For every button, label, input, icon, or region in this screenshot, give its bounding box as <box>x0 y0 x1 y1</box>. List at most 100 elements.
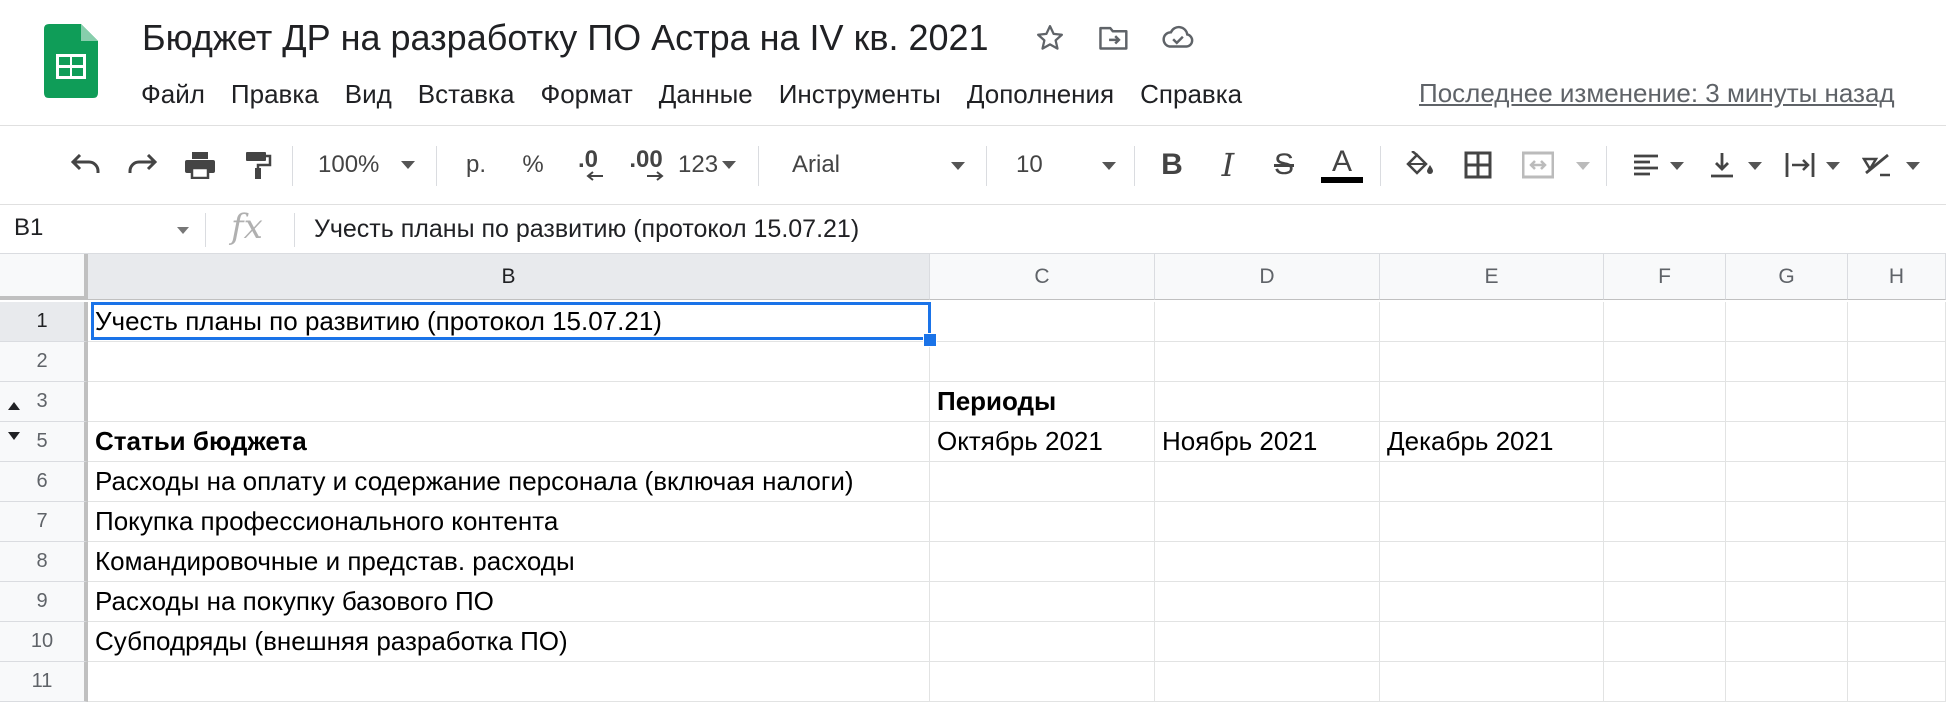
row-header-9[interactable]: 9 <box>0 582 88 622</box>
cell-g2[interactable] <box>1726 342 1848 382</box>
cell-b6[interactable]: Расходы на оплату и содержание персонала… <box>88 462 930 502</box>
bold-button[interactable]: B <box>1156 144 1188 186</box>
cell-c1[interactable] <box>930 302 1155 342</box>
zoom-select[interactable]: 100% <box>318 144 428 186</box>
cell-f5[interactable] <box>1604 422 1726 462</box>
cell-h9[interactable] <box>1848 582 1946 622</box>
text-color-button[interactable]: A <box>1320 144 1364 186</box>
cell-c5[interactable]: Октябрь 2021 <box>930 422 1155 462</box>
cell-f10[interactable] <box>1604 622 1726 662</box>
cell-e3[interactable] <box>1380 382 1604 422</box>
cell-b3[interactable] <box>88 382 930 422</box>
group-collapse-up-icon[interactable] <box>7 400 21 412</box>
row-header-2[interactable]: 2 <box>0 342 88 382</box>
paint-format-icon[interactable] <box>238 144 278 186</box>
menu-tools[interactable]: Инструменты <box>766 79 954 110</box>
formula-input[interactable]: Учесть планы по развитию (протокол 15.07… <box>314 215 859 244</box>
column-header-f[interactable]: F <box>1604 254 1726 300</box>
cell-c11[interactable] <box>930 662 1155 702</box>
cell-f9[interactable] <box>1604 582 1726 622</box>
menu-edit[interactable]: Правка <box>218 79 332 110</box>
menu-addons[interactable]: Дополнения <box>954 79 1127 110</box>
row-header-7[interactable]: 7 <box>0 502 88 542</box>
cell-g3[interactable] <box>1726 382 1848 422</box>
redo-icon[interactable] <box>122 144 162 186</box>
italic-button[interactable]: I <box>1212 144 1244 186</box>
row-header-10[interactable]: 10 <box>0 622 88 662</box>
name-box[interactable]: B1 <box>14 214 43 242</box>
font-size-select[interactable]: 10 <box>1016 144 1096 186</box>
cell-b2[interactable] <box>88 342 930 382</box>
cell-f1[interactable] <box>1604 302 1726 342</box>
cell-e11[interactable] <box>1380 662 1604 702</box>
cell-h3[interactable] <box>1848 382 1946 422</box>
menu-view[interactable]: Вид <box>332 79 405 110</box>
cell-e6[interactable] <box>1380 462 1604 502</box>
text-rotation-icon[interactable] <box>1858 144 1898 186</box>
cell-c2[interactable] <box>930 342 1155 382</box>
align-left-icon[interactable] <box>1626 144 1666 186</box>
cell-d7[interactable] <box>1155 502 1380 542</box>
row-header-8[interactable]: 8 <box>0 542 88 582</box>
cell-c10[interactable] <box>930 622 1155 662</box>
cell-h11[interactable] <box>1848 662 1946 702</box>
cell-f8[interactable] <box>1604 542 1726 582</box>
more-formats-button[interactable]: 123 <box>678 144 744 186</box>
cell-d2[interactable] <box>1155 342 1380 382</box>
cell-d8[interactable] <box>1155 542 1380 582</box>
cell-c7[interactable] <box>930 502 1155 542</box>
cell-h8[interactable] <box>1848 542 1946 582</box>
cloud-saved-icon[interactable] <box>1158 18 1198 58</box>
cell-b9[interactable]: Расходы на покупку базового ПО <box>88 582 930 622</box>
cell-d11[interactable] <box>1155 662 1380 702</box>
menu-insert[interactable]: Вставка <box>405 79 528 110</box>
cell-f2[interactable] <box>1604 342 1726 382</box>
strikethrough-button[interactable]: S <box>1268 144 1300 186</box>
cell-b10[interactable]: Субподряды (внешняя разработка ПО) <box>88 622 930 662</box>
cell-f7[interactable] <box>1604 502 1726 542</box>
cell-g11[interactable] <box>1726 662 1848 702</box>
select-all-corner[interactable] <box>0 254 109 300</box>
column-header-c[interactable]: C <box>930 254 1155 300</box>
last-edit-link[interactable]: Последнее изменение: 3 минуты назад <box>1419 78 1895 109</box>
menu-format[interactable]: Формат <box>527 79 645 110</box>
star-icon[interactable] <box>1030 18 1070 58</box>
currency-button[interactable]: р. <box>460 144 492 186</box>
cell-f6[interactable] <box>1604 462 1726 502</box>
cell-c9[interactable] <box>930 582 1155 622</box>
cell-e8[interactable] <box>1380 542 1604 582</box>
cell-g6[interactable] <box>1726 462 1848 502</box>
column-header-g[interactable]: G <box>1726 254 1848 300</box>
cell-b5[interactable]: Статьи бюджета <box>88 422 930 462</box>
decrease-decimals-button[interactable]: .0 <box>568 144 608 186</box>
cell-g5[interactable] <box>1726 422 1848 462</box>
cell-h5[interactable] <box>1848 422 1946 462</box>
cell-b1[interactable]: Учесть планы по развитию (протокол 15.07… <box>88 302 930 342</box>
cell-g7[interactable] <box>1726 502 1848 542</box>
increase-decimals-button[interactable]: .00 <box>624 144 668 186</box>
cell-g1[interactable] <box>1726 302 1848 342</box>
column-header-d[interactable]: D <box>1155 254 1380 300</box>
cell-e5[interactable]: Декабрь 2021 <box>1380 422 1604 462</box>
cell-b8[interactable]: Командировочные и представ. расходы <box>88 542 930 582</box>
cell-f3[interactable] <box>1604 382 1726 422</box>
cell-d1[interactable] <box>1155 302 1380 342</box>
column-header-e[interactable]: E <box>1380 254 1604 300</box>
move-folder-icon[interactable] <box>1094 18 1134 58</box>
undo-icon[interactable] <box>66 144 106 186</box>
font-select[interactable]: Arial <box>792 144 972 186</box>
cell-h7[interactable] <box>1848 502 1946 542</box>
fill-handle[interactable] <box>923 333 937 347</box>
column-header-b[interactable]: B <box>88 254 930 300</box>
column-header-h[interactable]: H <box>1848 254 1946 300</box>
menu-file[interactable]: Файл <box>128 79 218 110</box>
merge-cells-icon[interactable] <box>1518 144 1558 186</box>
menu-data[interactable]: Данные <box>646 79 766 110</box>
cell-c6[interactable] <box>930 462 1155 502</box>
cell-d6[interactable] <box>1155 462 1380 502</box>
menu-help[interactable]: Справка <box>1127 79 1255 110</box>
cell-h10[interactable] <box>1848 622 1946 662</box>
cell-e9[interactable] <box>1380 582 1604 622</box>
cell-f11[interactable] <box>1604 662 1726 702</box>
sheets-logo-icon[interactable] <box>44 24 98 98</box>
